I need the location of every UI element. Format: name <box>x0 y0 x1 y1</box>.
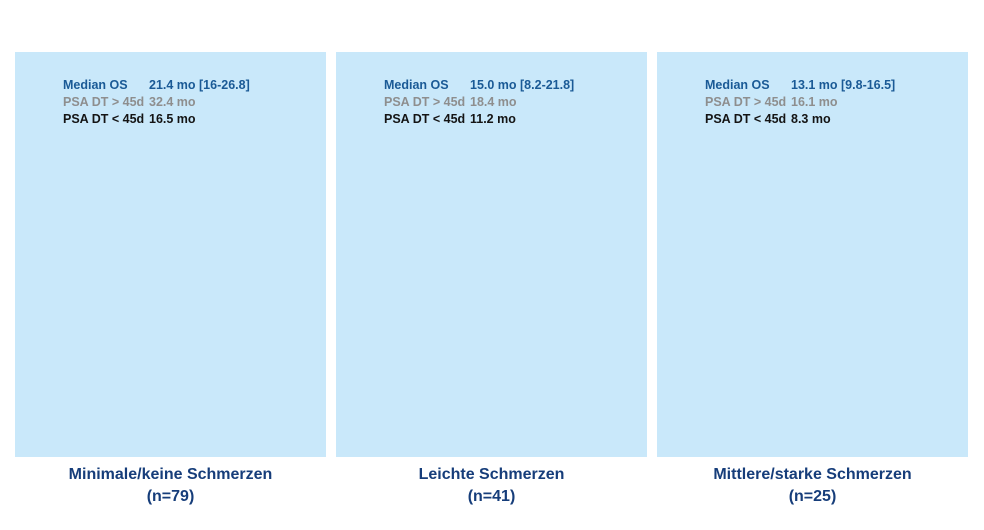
median-os-row: Median OS 15.0 mo [8.2-21.8] <box>384 77 574 94</box>
psa-dt-gt-row: PSA DT > 45d 16.1 mo <box>705 94 895 111</box>
psa-dt-gt-label: PSA DT > 45d <box>63 95 145 109</box>
psa-dt-lt-label: PSA DT < 45d <box>384 112 466 126</box>
psa-dt-gt-value: 16.1 mo <box>791 95 838 109</box>
stats-block: Median OS 13.1 mo [9.8-16.5] PSA DT > 45d… <box>705 77 895 128</box>
psa-dt-gt-label: PSA DT > 45d <box>705 95 787 109</box>
psa-dt-lt-row: PSA DT < 45d 16.5 mo <box>63 111 250 128</box>
median-os-row: Median OS 21.4 mo [16-26.8] <box>63 77 250 94</box>
psa-dt-lt-value: 11.2 mo <box>470 112 516 126</box>
panel-n: (n=25) <box>788 488 837 505</box>
panel-caption: Minimale/keine Schmerzen (n=79) <box>15 464 326 508</box>
panel-title: Leichte Schmerzen <box>418 466 565 483</box>
psa-dt-gt-row: PSA DT > 45d 32.4 mo <box>63 94 250 111</box>
panel-mild-pain: Median OS 15.0 mo [8.2-21.8] PSA DT > 45d… <box>336 52 647 457</box>
median-os-value: 15.0 mo [8.2-21.8] <box>470 78 575 92</box>
psa-dt-gt-value: 18.4 mo <box>470 95 517 109</box>
panel-n: (n=41) <box>467 488 516 505</box>
stats-block: Median OS 15.0 mo [8.2-21.8] PSA DT > 45d… <box>384 77 574 128</box>
psa-dt-gt-row: PSA DT > 45d 18.4 mo <box>384 94 574 111</box>
panel-minimal-pain: Median OS 21.4 mo [16-26.8] PSA DT > 45d 3… <box>15 52 326 457</box>
median-os-label: Median OS <box>63 78 128 92</box>
median-os-value: 21.4 mo [16-26.8] <box>149 78 250 92</box>
panel-n: (n=79) <box>146 488 195 505</box>
panel-title: Mittlere/starke Schmerzen <box>713 466 912 483</box>
median-os-label: Median OS <box>705 78 770 92</box>
panel-moderate-severe-pain: Median OS 13.1 mo [9.8-16.5] PSA DT > 45d… <box>657 52 968 457</box>
panel-title: Minimale/keine Schmerzen <box>68 466 273 483</box>
panel-caption: Leichte Schmerzen (n=41) <box>336 464 647 508</box>
psa-dt-lt-row: PSA DT < 45d 8.3 mo <box>705 111 895 128</box>
psa-dt-lt-label: PSA DT < 45d <box>63 112 145 126</box>
panel-caption: Mittlere/starke Schmerzen (n=25) <box>657 464 968 508</box>
psa-dt-lt-value: 16.5 mo <box>149 112 196 126</box>
median-os-row: Median OS 13.1 mo [9.8-16.5] <box>705 77 895 94</box>
psa-dt-lt-row: PSA DT < 45d 11.2 mo <box>384 111 574 128</box>
median-os-value: 13.1 mo [9.8-16.5] <box>791 78 896 92</box>
psa-dt-lt-value: 8.3 mo <box>791 112 831 126</box>
median-os-label: Median OS <box>384 78 449 92</box>
psa-dt-gt-label: PSA DT > 45d <box>384 95 466 109</box>
psa-dt-lt-label: PSA DT < 45d <box>705 112 787 126</box>
stats-block: Median OS 21.4 mo [16-26.8] PSA DT > 45d 3… <box>63 77 250 128</box>
psa-dt-gt-value: 32.4 mo <box>149 95 196 109</box>
